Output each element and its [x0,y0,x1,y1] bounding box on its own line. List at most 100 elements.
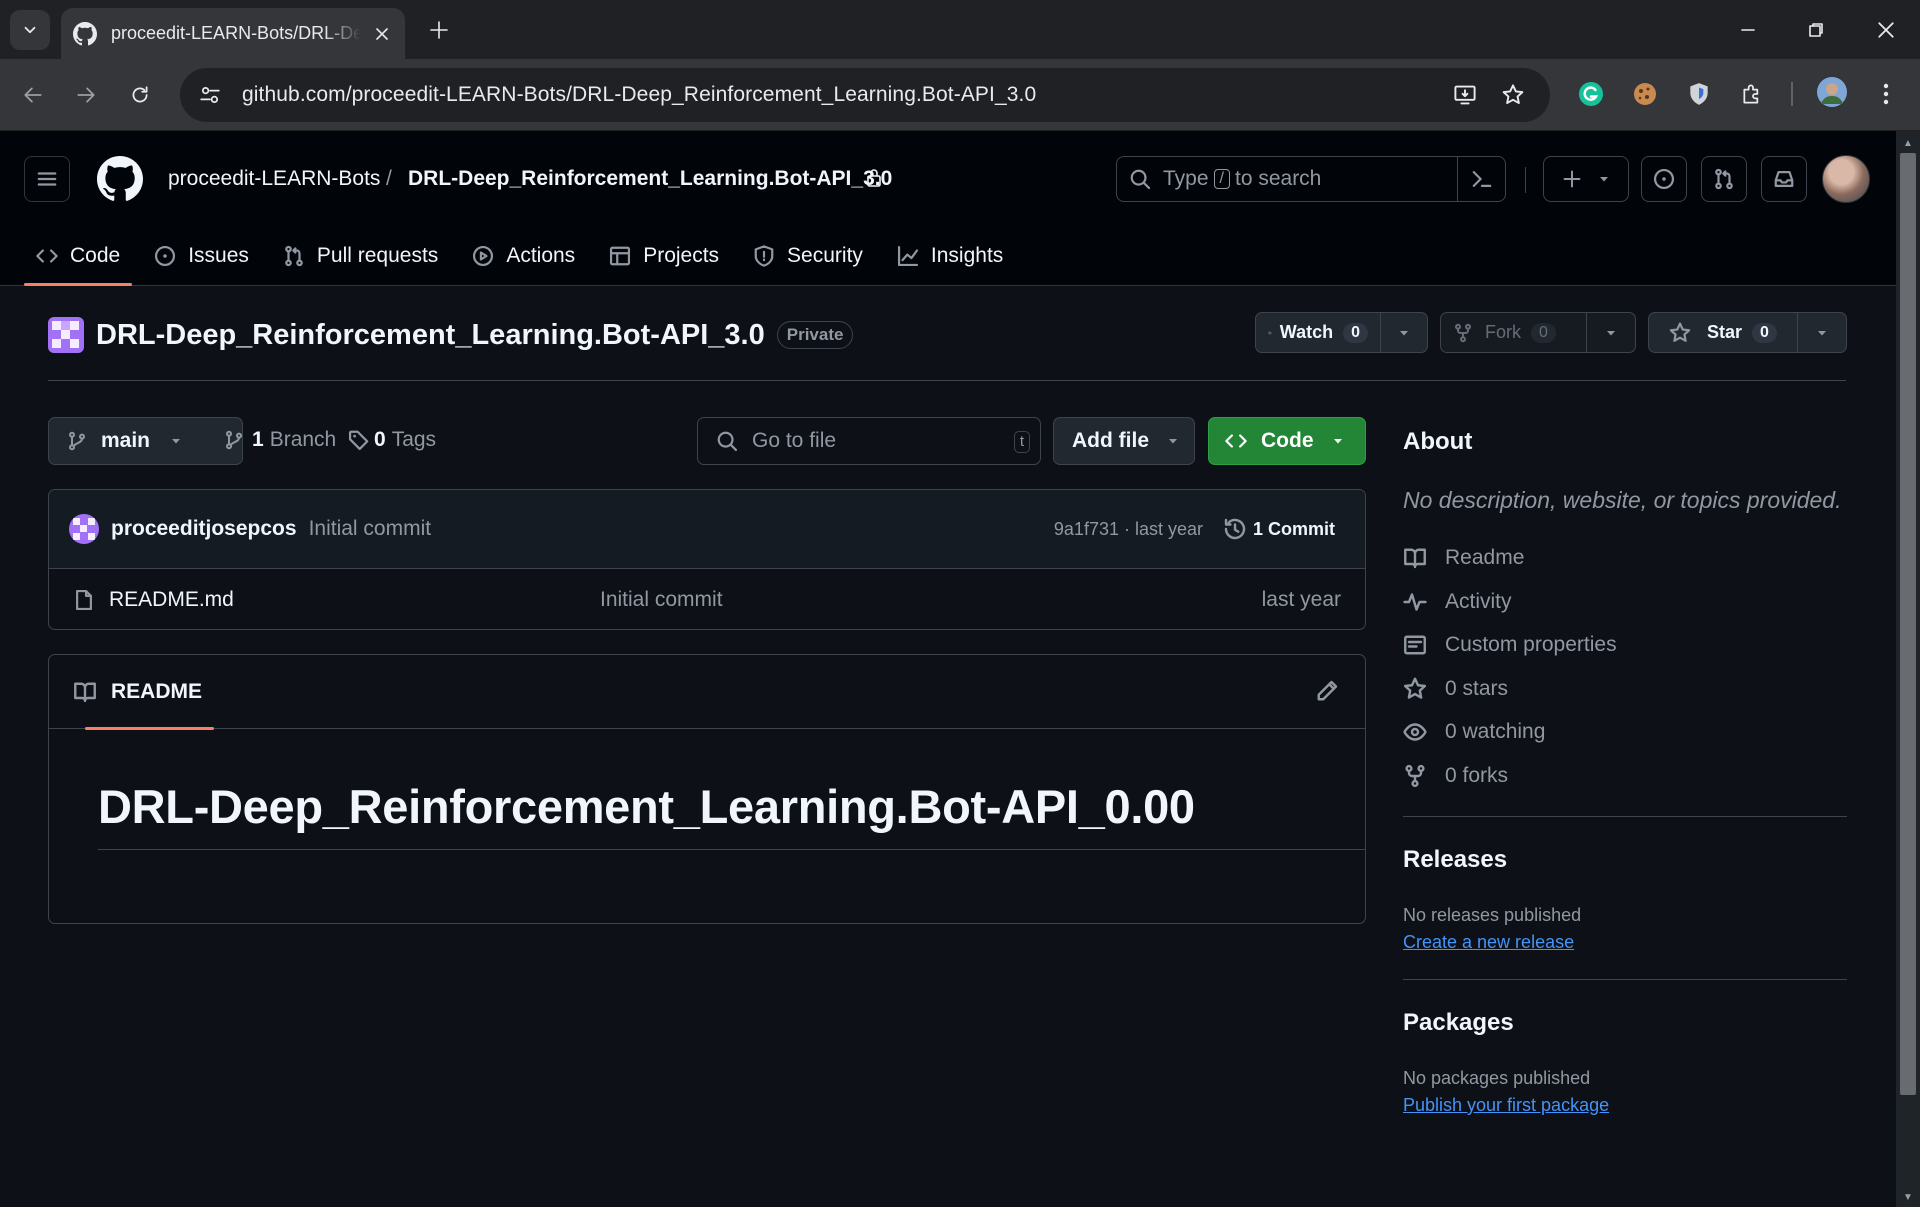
fork-label: Fork [1485,322,1521,342]
profile-avatar[interactable] [1816,76,1848,108]
edit-readme-pencil-icon[interactable] [1315,679,1339,703]
branch-select-button[interactable]: main [48,417,243,465]
hamburger-menu-button[interactable] [24,156,70,202]
back-icon[interactable] [13,75,53,115]
table-row[interactable]: README.md Initial commit last year [49,569,1365,629]
command-palette-icon[interactable] [1457,157,1505,201]
browser-menu-icon[interactable] [1870,78,1902,110]
new-tab-icon[interactable] [424,15,454,45]
cookie-icon[interactable] [1629,78,1661,110]
scroll-down-arrow-icon[interactable]: ▼ [1900,1189,1916,1205]
repo-name[interactable]: DRL-Deep_Reinforcement_Learning.Bot-API_… [96,319,765,352]
browser-tab[interactable]: proceedit-LEARN-Bots/DRL-Deep_Reinforcem… [61,8,405,59]
commit-message[interactable]: Initial commit [309,517,432,541]
scroll-up-arrow-icon[interactable]: ▲ [1900,135,1916,151]
breadcrumb-owner[interactable]: proceedit-LEARN-Bots [168,167,380,191]
close-window-icon[interactable] [1866,10,1906,50]
packages-empty: No packages published [1403,1068,1591,1088]
stars-link[interactable]: 0 stars [1403,677,1508,701]
star-dropdown[interactable] [1798,313,1846,352]
breadcrumb-repo[interactable]: DRL-Deep_Reinforcement_Learning.Bot-API_… [408,167,892,191]
file-commit-message[interactable]: Initial commit [600,588,723,612]
tab-code[interactable]: Code [24,227,133,286]
install-app-icon[interactable] [1450,80,1480,110]
browser-tab-title: proceedit-LEARN-Bots/DRL-Deep_Reinforcem… [111,23,361,43]
note-icon [1404,635,1426,655]
repo-title: DRL-Deep_Reinforcement_Learning.Bot-API_… [48,315,854,355]
visibility-badge: Private [776,321,854,349]
user-avatar[interactable] [1822,155,1870,203]
watching-link[interactable]: 0 watching [1403,720,1545,744]
issue-icon [155,245,176,267]
issues-button[interactable] [1641,156,1687,202]
commit-author-avatar[interactable] [69,514,99,544]
file-date: last year [1261,587,1341,611]
repo-nav: Code Issues Pull requests Actions Projec… [24,227,1025,286]
branch-name: main [101,429,151,452]
go-to-file-placeholder: Go to file [752,429,837,452]
github-logo-icon[interactable] [97,156,143,202]
releases-heading[interactable]: Releases [1403,846,1507,874]
grammarly-icon[interactable] [1575,78,1607,110]
tab-pull-requests[interactable]: Pull requests [271,227,450,285]
pull-request-icon [285,245,303,267]
pulse-icon [1403,593,1427,611]
file-name[interactable]: README.md [109,588,234,612]
tab-actions[interactable]: Actions [460,227,587,285]
repo-owner-avatar[interactable] [48,317,84,353]
extensions-puzzle-icon[interactable] [1737,78,1769,110]
tag-count: 0 [374,428,386,451]
tag-count-label: Tags [391,428,437,451]
watch-button[interactable]: Watch 0 [1256,313,1381,352]
packages-heading[interactable]: Packages [1403,1009,1514,1037]
go-to-file-input[interactable]: Go to file t [697,417,1041,465]
add-file-button[interactable]: Add file [1053,417,1195,465]
bookmark-star-icon[interactable] [1498,80,1528,110]
activity-link[interactable]: Activity [1403,590,1512,614]
reload-icon[interactable] [120,75,160,115]
title-divider [48,380,1846,381]
pull-requests-button[interactable] [1701,156,1747,202]
watch-label: Watch [1279,322,1334,342]
readme-tab[interactable]: README [73,655,215,730]
browser-toolbar: github.com/proceedit-LEARN-Bots/DRL-Deep… [0,59,1920,131]
tags-link[interactable]: 0 Tags [348,428,436,452]
create-release-link[interactable]: Create a new release [1403,932,1574,953]
forks-link[interactable]: 0 forks [1403,764,1508,788]
global-search-input[interactable]: Type / to search [1116,156,1506,202]
commit-meta[interactable]: 9a1f731 · last year [1054,519,1203,540]
inbox-button[interactable] [1761,156,1807,202]
watch-dropdown[interactable] [1381,313,1427,352]
caret-down-icon [1333,439,1342,444]
site-info-icon[interactable] [188,73,232,117]
readme-link[interactable]: Readme [1403,546,1524,570]
restore-icon[interactable] [1796,10,1836,50]
commit-history-link[interactable]: 1 Commit [1223,517,1335,541]
tab-projects[interactable]: Projects [597,227,731,285]
tab-security[interactable]: Security [741,227,875,285]
create-new-button[interactable] [1543,156,1629,202]
commit-author[interactable]: proceeditjosepcos [111,517,297,541]
tab-issues[interactable]: Issues [142,227,261,285]
caret-down-icon [1400,330,1408,335]
url-text: github.com/proceedit-LEARN-Bots/DRL-Deep… [242,83,1037,106]
minimize-icon[interactable] [1728,10,1768,50]
plus-icon [1563,170,1581,188]
fork-icon [1455,323,1471,342]
star-button[interactable]: Star 0 [1649,313,1799,352]
branches-link[interactable]: 1 Branch [224,428,336,452]
eye-icon [1403,723,1427,741]
forward-icon[interactable] [66,75,106,115]
close-tab-icon[interactable] [371,23,393,45]
custom-properties-link[interactable]: Custom properties [1403,633,1617,657]
tab-insights[interactable]: Insights [885,227,1015,285]
publish-package-link[interactable]: Publish your first package [1403,1095,1609,1116]
address-bar[interactable]: github.com/proceedit-LEARN-Bots/DRL-Deep… [180,68,1550,122]
code-button[interactable]: Code [1208,417,1366,465]
tab-search-button[interactable] [10,10,50,50]
fork-dropdown[interactable] [1587,313,1635,352]
fork-button[interactable]: Fork 0 [1441,313,1588,352]
add-file-label: Add file [1072,429,1149,452]
shield-extension-icon[interactable] [1683,78,1715,110]
scrollbar-thumb[interactable] [1900,153,1916,1095]
